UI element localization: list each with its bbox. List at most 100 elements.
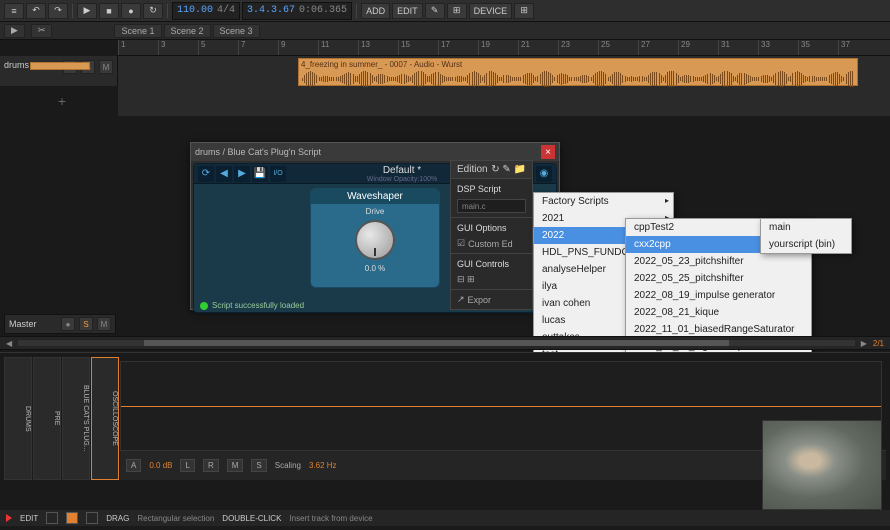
prev-preset-icon[interactable]: ◀ <box>216 166 232 182</box>
tool-snap[interactable]: ✎ <box>425 3 445 19</box>
device-panel: DRUMS PRE BLUE CAT'S PLUG... OSCILLOSCOP… <box>0 352 890 484</box>
scene-bar: ▶ ✂ Scene 1 Scene 2 Scene 3 <box>0 22 890 40</box>
play-icon[interactable] <box>6 514 12 522</box>
bars-beats[interactable]: 3.4.3.67 <box>247 5 295 16</box>
waveshaper-panel: Waveshaper Drive 0.0 % <box>310 188 440 288</box>
transport-display: 110.00 4/4 <box>172 2 240 20</box>
cut-tool[interactable]: ✂ <box>31 24 53 38</box>
hscroll-row: ◀ ▶ 2/1 <box>0 336 890 350</box>
scene-2[interactable]: Scene 2 <box>164 24 211 38</box>
stop-button[interactable]: ■ <box>99 3 119 19</box>
arrange-area: drums ● S M 4_freezing in summer_ - 0007… <box>0 56 890 116</box>
add-menu[interactable]: ADD <box>361 3 390 19</box>
menu-item[interactable]: 2022_08_21_kique <box>626 304 811 321</box>
ch-r[interactable]: R <box>203 459 219 472</box>
close-icon[interactable]: × <box>541 145 555 159</box>
scaling-freq[interactable]: 3.62 Hz <box>309 461 337 470</box>
dsp-script-dropdown[interactable]: main.c <box>457 199 526 213</box>
scene-1[interactable]: Scene 1 <box>114 24 161 38</box>
waveform <box>299 70 857 88</box>
track-header-drums[interactable]: drums ● S M <box>0 56 118 86</box>
save-preset-icon[interactable]: 💾 <box>252 166 268 182</box>
timesig-display[interactable]: 4/4 <box>217 5 235 16</box>
edit-icon[interactable]: ✎ <box>502 164 510 175</box>
menu-button[interactable]: ≡ <box>4 3 24 19</box>
device-slot-track[interactable]: DRUMS <box>4 357 32 480</box>
status-bar: EDIT DRAG Rectangular selection DOUBLE-C… <box>0 510 890 526</box>
undo-button[interactable]: ↶ <box>26 3 46 19</box>
ch-s[interactable]: S <box>251 459 266 472</box>
status-ok-icon <box>200 302 208 310</box>
loop-button[interactable]: ↻ <box>143 3 163 19</box>
menu-item[interactable]: 2022_08_19_impulse generator <box>626 287 811 304</box>
plugin-window-titlebar[interactable]: drums / Blue Cat's Plug'n Script × <box>191 143 559 161</box>
menu-item[interactable]: 2022_05_23_pitchshifter <box>626 253 811 270</box>
tempo-display[interactable]: 110.00 <box>177 5 213 16</box>
tool-grid[interactable]: ⊞ <box>447 3 467 19</box>
drive-knob[interactable] <box>355 220 395 260</box>
controls-toggle[interactable]: ⊟ ⊞ <box>457 274 475 285</box>
add-track-button[interactable]: + <box>56 96 68 108</box>
panel-toggle-2[interactable] <box>66 512 78 524</box>
menu-item[interactable]: yourscript (bin) <box>761 236 851 253</box>
pointer-tool[interactable]: ▶ <box>4 24 25 38</box>
page-indicator: 2/1 <box>873 339 884 348</box>
master-solo[interactable]: S <box>79 317 93 331</box>
script-final-menu: mainyourscript (bin) <box>760 218 852 254</box>
plugin-logo-icon[interactable]: ⟳ <box>198 166 214 182</box>
track-mute[interactable]: M <box>99 60 113 74</box>
export-button[interactable]: ↗ Expor <box>457 292 526 307</box>
device-slot-plugin[interactable]: BLUE CAT'S PLUG... <box>62 357 90 480</box>
device-slot-scope[interactable]: OSCILLOSCOPE <box>91 357 119 480</box>
gain-value[interactable]: 0.0 dB <box>149 461 172 470</box>
plugin-cat-icon[interactable]: ◉ <box>536 166 552 182</box>
ch-l[interactable]: L <box>180 459 194 472</box>
clip-area[interactable]: 4_freezing in summer_ - 0007 - Audio - W… <box>118 56 890 116</box>
timecode[interactable]: 0:06.365 <box>299 5 347 16</box>
gui-options-label: GUI Options <box>457 220 526 236</box>
ch-m[interactable]: M <box>227 459 244 472</box>
gain-a[interactable]: A <box>126 459 141 472</box>
scaling-label: Scaling <box>275 461 301 470</box>
hscrollbar[interactable] <box>18 340 855 346</box>
menu-item[interactable]: 2022_05_25_pitchshifter <box>626 270 811 287</box>
panel-toggle-1[interactable] <box>46 512 58 524</box>
next-preset-icon[interactable]: ▶ <box>234 166 250 182</box>
clip-mini-preview[interactable] <box>30 62 90 70</box>
plugin-name: Waveshaper <box>311 189 439 204</box>
audio-clip[interactable]: 4_freezing in summer_ - 0007 - Audio - W… <box>298 58 858 86</box>
dsp-script-label: DSP Script <box>457 181 526 197</box>
drag-label: DRAG <box>106 514 129 523</box>
device-settings[interactable]: ⊞ <box>514 3 534 19</box>
play-button[interactable]: ▶ <box>77 3 97 19</box>
knob-value: 0.0 % <box>311 264 439 273</box>
redo-button[interactable]: ↷ <box>48 3 68 19</box>
position-display: 3.4.3.67 0:06.365 <box>242 2 352 20</box>
master-record[interactable]: ● <box>61 317 75 331</box>
edit-mode-label[interactable]: EDIT <box>20 514 38 523</box>
menu-item[interactable]: Factory Scripts <box>534 193 673 210</box>
folder-icon[interactable]: 📁 <box>514 164 526 175</box>
menu-item[interactable]: main <box>761 219 851 236</box>
device-slot-pre[interactable]: PRE <box>33 357 61 480</box>
panel-toggle-3[interactable] <box>86 512 98 524</box>
scroll-page-right[interactable]: ▶ <box>861 339 867 348</box>
dblclick-desc: Insert track from device <box>289 514 372 523</box>
scene-3[interactable]: Scene 3 <box>213 24 260 38</box>
io-badge[interactable]: I/O <box>270 166 286 182</box>
custom-editor-checkbox[interactable]: ☑Custom Ed <box>457 236 526 251</box>
master-track-header[interactable]: Master ● S M <box>4 314 116 334</box>
master-mute[interactable]: M <box>97 317 111 331</box>
refresh-icon[interactable]: ↻ <box>491 164 499 175</box>
device-menu[interactable]: DEVICE <box>469 3 513 19</box>
clip-name: 4_freezing in summer_ - 0007 - Audio - W… <box>299 59 857 70</box>
timeline-ruler[interactable]: 135791113151719212325272931333537 <box>118 40 890 56</box>
record-button[interactable]: ● <box>121 3 141 19</box>
gui-controls-label: GUI Controls <box>457 256 526 272</box>
scope-trace <box>121 406 881 407</box>
edit-menu[interactable]: EDIT <box>392 3 423 19</box>
plugin-status: Script successfully loaded <box>200 301 304 310</box>
scroll-page-left[interactable]: ◀ <box>6 339 12 348</box>
knob-label: Drive <box>311 207 439 216</box>
edition-title: Edition ↻ ✎ 📁 <box>451 161 532 178</box>
